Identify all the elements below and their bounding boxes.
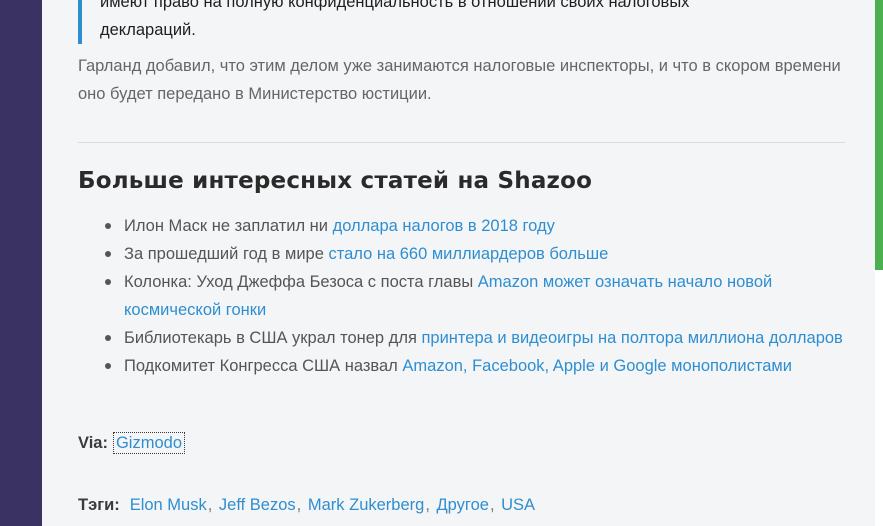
tag-separator: , bbox=[489, 496, 495, 514]
list-item-link[interactable]: доллара налогов в 2018 году bbox=[333, 217, 555, 235]
tag-link[interactable]: Jeff Bezos bbox=[219, 496, 296, 514]
list-item-text: Илон Маск не заплатил ни bbox=[124, 217, 333, 235]
list-item-link[interactable]: стало на 660 миллиардеров больше bbox=[328, 245, 608, 263]
left-sidebar-strip bbox=[0, 0, 42, 526]
list-item-text: За прошедший год в мире bbox=[124, 245, 329, 263]
article-paragraph: Гарланд добавил, что этим делом уже зани… bbox=[78, 57, 841, 103]
list-item: Библиотекарь в США украл тонер для принт… bbox=[105, 324, 864, 352]
more-articles-heading: Больше интересных статей на Shazoo bbox=[78, 168, 593, 194]
list-item-link[interactable]: Amazon, Facebook, Apple и Google монопол… bbox=[402, 357, 792, 375]
list-item: Илон Маск не заплатил ни доллара налогов… bbox=[105, 212, 864, 240]
section-divider bbox=[78, 142, 845, 143]
tag-link[interactable]: USA bbox=[501, 496, 535, 514]
via-source-link[interactable]: Gizmodo bbox=[112, 432, 186, 454]
via-source: Via: Gizmodo bbox=[78, 430, 186, 456]
tag-separator: , bbox=[207, 496, 213, 514]
blockquote: имеют право на полную конфиденциальность… bbox=[78, 0, 840, 44]
list-item-text: Колонка: Уход Джеффа Безоса с поста глав… bbox=[124, 273, 478, 291]
list-item-link[interactable]: принтера и видеоигры на полтора миллиона… bbox=[421, 329, 842, 347]
tags-label: Тэги: bbox=[78, 496, 120, 514]
list-item: Подкомитет Конгресса США назвал Amazon, … bbox=[105, 352, 864, 380]
quote-line-2: деклараций. bbox=[100, 21, 196, 39]
tag-separator: , bbox=[296, 496, 302, 514]
list-item-text: Подкомитет Конгресса США назвал bbox=[124, 357, 403, 375]
tag-link[interactable]: Mark Zukerberg bbox=[308, 496, 424, 514]
right-scroll-area[interactable] bbox=[875, 0, 883, 526]
more-articles-list: Илон Маск не заплатил ни доллара налогов… bbox=[78, 212, 864, 380]
quote-line-1: имеют право на полную конфиденциальность… bbox=[100, 0, 690, 11]
tag-separator: , bbox=[425, 496, 430, 514]
list-item-text: Библиотекарь в США украл тонер для bbox=[124, 329, 422, 347]
tags-row: Тэги: Elon Musk, Jeff Bezos, Mark Zukerbe… bbox=[78, 492, 535, 518]
tag-link[interactable]: Elon Musk bbox=[130, 496, 207, 514]
via-label: Via: bbox=[78, 434, 108, 452]
scroll-accent-bar[interactable] bbox=[875, 0, 883, 270]
list-item: За прошедший год в мире стало на 660 мил… bbox=[105, 240, 864, 268]
tag-link[interactable]: Другое bbox=[437, 496, 489, 514]
list-item: Колонка: Уход Джеффа Безоса с поста глав… bbox=[105, 268, 864, 324]
